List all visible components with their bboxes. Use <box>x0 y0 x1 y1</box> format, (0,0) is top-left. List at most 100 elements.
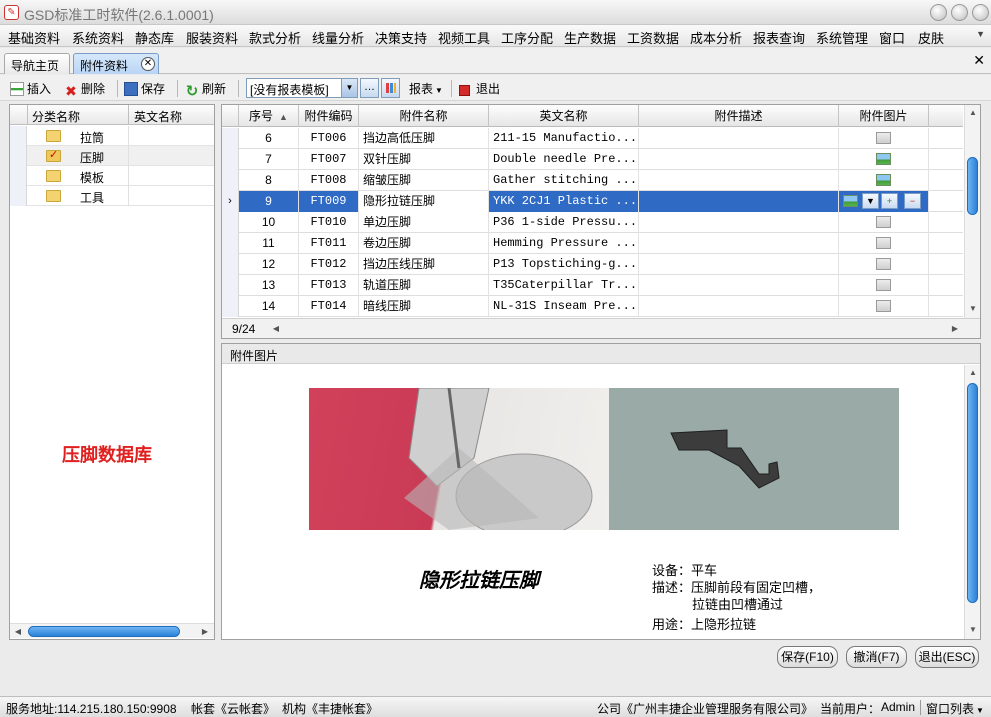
scroll-thumb[interactable] <box>967 157 978 215</box>
chart-icon[interactable] <box>381 78 400 98</box>
close-button[interactable] <box>972 4 989 21</box>
column-header-description[interactable]: 附件描述 <box>639 105 839 127</box>
save-button[interactable]: 保存(F10) <box>777 646 838 668</box>
cell-english: YKK 2CJ1 Plastic ... <box>489 191 639 212</box>
checked-folder-icon <box>46 148 61 162</box>
organization: 机构《丰捷帐套》 <box>282 702 379 716</box>
table-row[interactable]: 13 FT013 轨道压脚 T35Caterpillar Tr... <box>222 275 963 296</box>
cell-code: FT010 <box>299 212 359 233</box>
category-row[interactable]: 拉筒 <box>10 126 214 146</box>
report-dropdown[interactable]: 报表 ▼ <box>409 80 443 98</box>
scroll-right-icon[interactable]: ▶ <box>198 625 212 638</box>
tab-close-icon[interactable]: ✕ <box>141 57 155 71</box>
cell-name[interactable]: 隐形拉链压脚 <box>359 191 489 212</box>
scroll-down-icon[interactable]: ▼ <box>966 302 980 316</box>
table-row-selected[interactable]: › 9 FT009 隐形拉链压脚 YKK 2CJ1 Plastic ... ▼ … <box>222 191 963 212</box>
scroll-up-icon[interactable]: ▲ <box>966 366 980 380</box>
grid-vertical-scrollbar[interactable]: ▲ ▼ <box>964 105 980 318</box>
menu-window[interactable]: 窗口 <box>879 28 905 47</box>
tab-attachment-data[interactable]: 附件资料 ✕ <box>73 53 159 74</box>
ellipsis-button[interactable]: … <box>360 78 379 98</box>
minimize-button[interactable] <box>930 4 947 21</box>
cell-seq: 10 <box>239 212 299 233</box>
table-row[interactable]: 12 FT012 挡边压线压脚 P13 Topstiching-g... <box>222 254 963 275</box>
category-row[interactable]: 工具 <box>10 186 214 206</box>
menu-wage-data[interactable]: 工资数据 <box>627 28 679 47</box>
scroll-left-icon[interactable]: ◀ <box>269 322 283 335</box>
table-row[interactable]: 10 FT010 单边压脚 P36 1-side Pressu... <box>222 212 963 233</box>
table-row[interactable]: 6 FT006 挡边高低压脚 211-15 Manufactio... <box>222 128 963 149</box>
add-image-icon[interactable]: + <box>881 193 898 209</box>
menu-basic-data[interactable]: 基础资料 <box>8 28 60 47</box>
close-document-icon[interactable]: ✕ <box>973 52 985 69</box>
scroll-thumb[interactable] <box>28 626 180 637</box>
delete-button[interactable]: ✖ 删除 <box>64 80 105 98</box>
table-row[interactable]: 14 FT014 暗线压脚 NL-31S Inseam Pre... <box>222 296 963 317</box>
menu-skin[interactable]: 皮肤 <box>918 28 944 47</box>
window-list-button[interactable]: 窗口列表 ▼ <box>926 700 984 717</box>
image-placeholder-icon <box>876 300 891 312</box>
column-header-seq[interactable]: 序号 ▲ <box>239 105 299 127</box>
cancel-button[interactable]: 撤消(F7) <box>846 646 907 668</box>
column-header-image[interactable]: 附件图片 <box>839 105 929 127</box>
scroll-right-icon[interactable]: ▶ <box>948 322 962 335</box>
menu-overflow-icon[interactable]: ▼ <box>976 29 985 39</box>
remove-image-icon[interactable]: − <box>904 193 921 209</box>
column-header-category-name[interactable]: 分类名称 <box>32 108 80 125</box>
cell-description <box>639 254 839 275</box>
menu-report-query[interactable]: 报表查询 <box>753 28 805 47</box>
refresh-button[interactable]: ↻ 刷新 <box>185 80 226 99</box>
menu-process-allocation[interactable]: 工序分配 <box>501 28 553 47</box>
save-toolbar-button[interactable]: 保存 <box>124 80 165 98</box>
menu-production-data[interactable]: 生产数据 <box>564 28 616 47</box>
insert-button[interactable]: 插入 <box>10 80 51 98</box>
maximize-button[interactable] <box>951 4 968 21</box>
exit-button[interactable]: 退出(ESC) <box>915 646 979 668</box>
menu-system-data[interactable]: 系统资料 <box>72 28 124 47</box>
cell-code: FT006 <box>299 128 359 149</box>
menu-system-management[interactable]: 系统管理 <box>816 28 868 47</box>
menu-thread-analysis[interactable]: 线量分析 <box>312 28 364 47</box>
cell-english: Gather stitching ... <box>489 170 639 191</box>
menu-style-analysis[interactable]: 款式分析 <box>249 28 301 47</box>
status-separator <box>920 700 921 715</box>
menu-cost-analysis[interactable]: 成本分析 <box>690 28 742 47</box>
row-indicator <box>222 296 239 317</box>
cell-seq: 9 <box>239 191 299 212</box>
toolbar-separator <box>177 80 178 97</box>
scroll-up-icon[interactable]: ▲ <box>966 106 980 120</box>
column-header-english[interactable]: 英文名称 <box>489 105 639 127</box>
table-row[interactable]: 11 FT011 卷边压脚 Hemming Pressure ... <box>222 233 963 254</box>
menu-static-library[interactable]: 静态库 <box>135 28 174 47</box>
chevron-down-icon[interactable]: ▼ <box>341 79 357 97</box>
report-template-select[interactable]: [没有报表模板] ▼ <box>246 78 358 98</box>
image-panel-title: 附件图片 <box>230 349 279 363</box>
header-label: 序号 <box>249 109 274 123</box>
menu-decision-support[interactable]: 决策支持 <box>375 28 427 47</box>
category-horizontal-scrollbar[interactable]: ◀ ▶ <box>10 623 214 638</box>
cell-english: 211-15 Manufactio... <box>489 128 639 149</box>
tab-navigation-home[interactable]: 导航主页 <box>4 53 70 74</box>
table-row[interactable]: 8 FT008 缩皱压脚 Gather stitching ... <box>222 170 963 191</box>
column-header-name[interactable]: 附件名称 <box>359 105 489 127</box>
menu-video-tools[interactable]: 视频工具 <box>438 28 490 47</box>
exit-toolbar-button[interactable]: 退出 <box>459 80 500 98</box>
scroll-left-icon[interactable]: ◀ <box>11 625 25 638</box>
menu-garment-data[interactable]: 服装资料 <box>186 28 238 47</box>
sort-ascending-icon: ▲ <box>279 112 288 122</box>
cell-description <box>639 191 839 212</box>
category-row[interactable]: 压脚 <box>10 146 214 166</box>
image-vertical-scrollbar[interactable]: ▲ ▼ <box>964 365 980 639</box>
column-header-code[interactable]: 附件编码 <box>299 105 359 127</box>
grid-horizontal-scrollbar[interactable]: ◀ ▶ <box>268 321 964 336</box>
scroll-down-icon[interactable]: ▼ <box>966 623 980 637</box>
cell-image <box>839 254 929 275</box>
image-dropdown-icon[interactable]: ▼ <box>862 193 879 209</box>
image-placeholder-icon <box>876 237 891 249</box>
row-indicator <box>222 170 239 191</box>
table-row[interactable]: 7 FT007 双针压脚 Double needle Pre... <box>222 149 963 170</box>
cell-name: 双针压脚 <box>359 149 489 170</box>
scroll-thumb[interactable] <box>967 383 978 603</box>
category-row[interactable]: 模板 <box>10 166 214 186</box>
column-header-english-name[interactable]: 英文名称 <box>134 108 182 125</box>
